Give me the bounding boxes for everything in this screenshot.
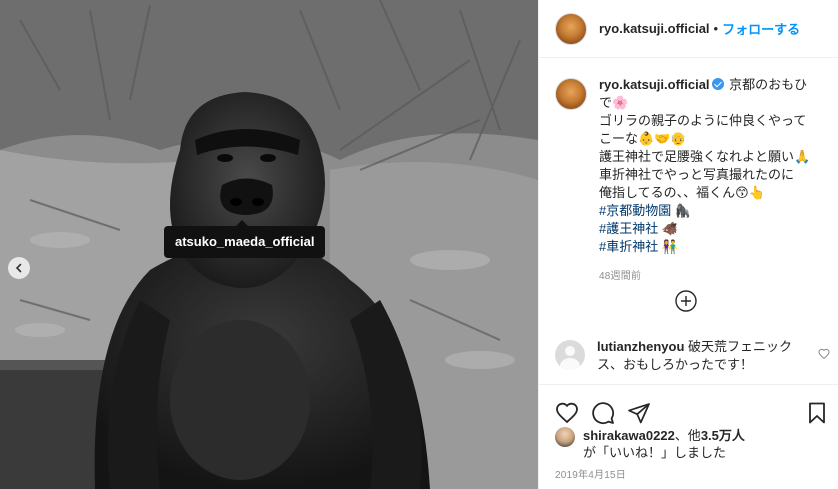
post-caption: ryo.katsuji.official 京都のおもひで🌸 ゴリラの親子のように… [555, 76, 825, 286]
previous-photo-button[interactable] [8, 257, 30, 279]
heart-icon[interactable] [555, 401, 579, 425]
header-separator: • [713, 21, 719, 36]
post-photo[interactable]: atsuko_maeda_official [0, 0, 538, 489]
comment-icon[interactable] [591, 401, 615, 425]
post-header: ryo.katsuji.official • フォローする [539, 0, 838, 58]
caption-line: ゴリラの親子のように仲良くやってこーな👶🤝👴 [599, 113, 807, 146]
user-tag-label: atsuko_maeda_official [175, 234, 315, 249]
hashtag-link[interactable]: #護王神社 🐗 [599, 220, 819, 238]
caption-time-ago[interactable]: 48週間前 [599, 268, 819, 286]
comment-body: lutianzhenyou 破天荒フェニックス、おもしろかったです！ [597, 338, 807, 374]
user-tag-tooltip[interactable]: atsuko_maeda_official [164, 220, 326, 258]
post-date[interactable]: 2019年4月15日 [555, 466, 626, 481]
share-icon[interactable] [627, 401, 651, 425]
hashtag-link[interactable]: #車折神社 👫 [599, 238, 819, 256]
liker-avatar[interactable] [555, 427, 575, 447]
comment-item: lutianzhenyou 破天荒フェニックス、おもしろかったです！ [555, 338, 830, 374]
caption-username[interactable]: ryo.katsuji.official [599, 77, 710, 92]
caption-line: 車折神社でやっと写真撮れたのに [599, 167, 795, 182]
likes-count[interactable]: 3.5万人 [701, 428, 745, 443]
author-username[interactable]: ryo.katsuji.official [599, 21, 710, 36]
caption-body: ryo.katsuji.official 京都のおもひで🌸 ゴリラの親子のように… [599, 76, 819, 286]
follow-button[interactable]: フォローする [722, 19, 800, 38]
verified-badge-icon [711, 78, 724, 90]
likes-middle: 、他 [674, 428, 701, 443]
caption-author-avatar[interactable] [555, 78, 587, 110]
chevron-left-icon [15, 263, 22, 273]
commenter-username[interactable]: lutianzhenyou [597, 339, 684, 354]
post-side-panel: ryo.katsuji.official • フォローする ryo.katsuj… [538, 0, 838, 489]
caption-line: 俺指してるの、、福くん😙👆 [599, 185, 765, 200]
bookmark-icon[interactable] [805, 401, 829, 425]
likes-summary: shirakawa0222、他3.5万人 が「いいね！」しました [555, 427, 745, 461]
likes-suffix: が「いいね！」しました [583, 445, 727, 460]
plus-circle-icon[interactable] [674, 289, 698, 313]
likes-text: shirakawa0222、他3.5万人 が「いいね！」しました [583, 427, 745, 461]
hashtag-link[interactable]: #京都動物園 🦍 [599, 202, 819, 220]
commenter-avatar[interactable] [555, 340, 585, 370]
caption-line: 護王神社で足腰強くなれよと願い🙏 [599, 149, 811, 164]
comment-like-heart-icon[interactable] [818, 348, 830, 360]
liker-username[interactable]: shirakawa0222 [583, 428, 675, 443]
author-avatar[interactable] [555, 12, 587, 45]
